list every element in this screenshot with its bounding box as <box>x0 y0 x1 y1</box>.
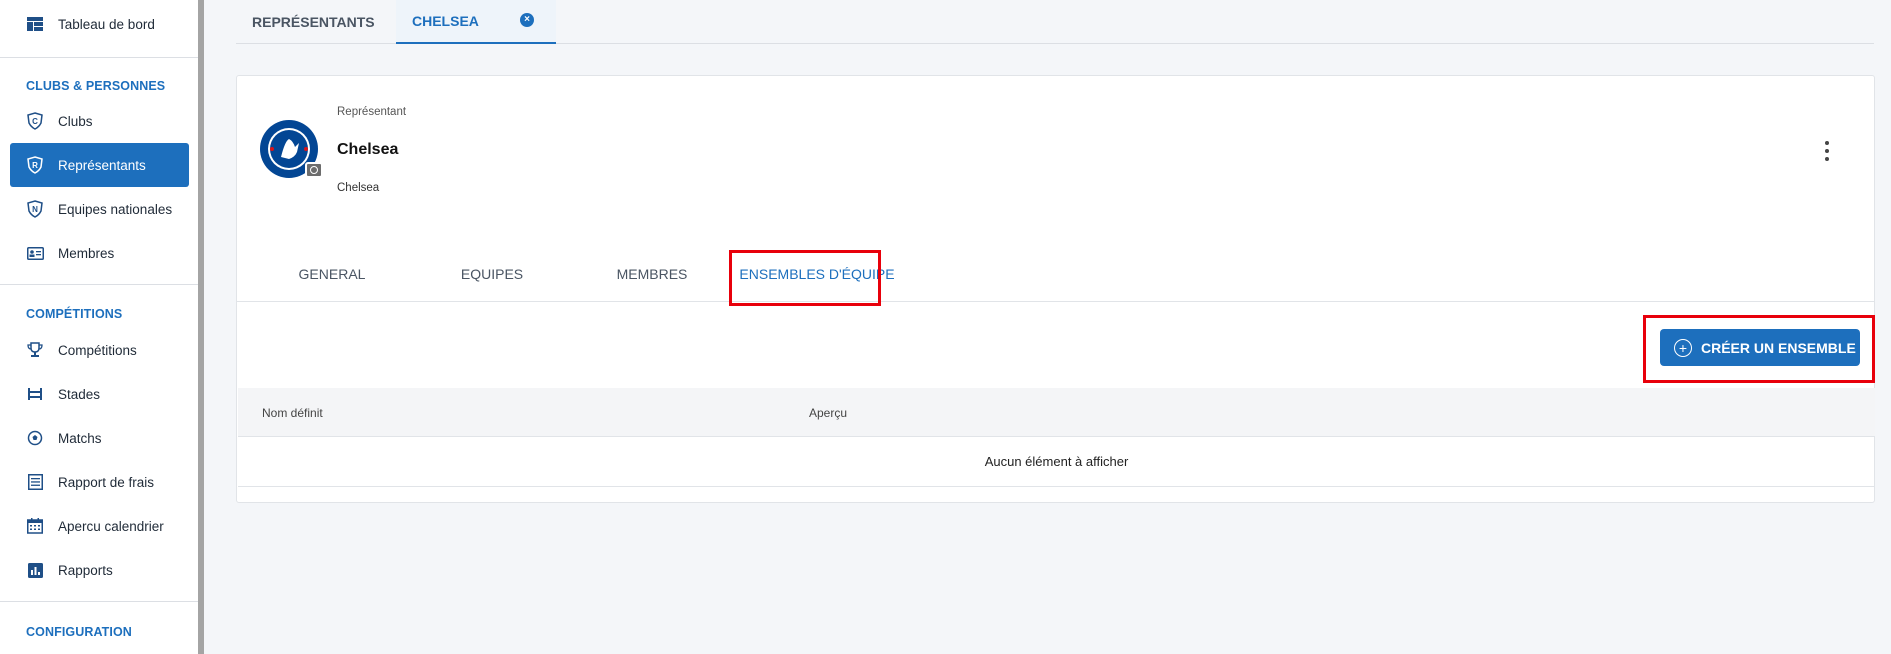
section-title-configuration: CONFIGURATION <box>26 625 132 639</box>
entity-type-label: Représentant <box>337 106 407 118</box>
top-tabs: REPRÉSENTANTS CHELSEA × <box>236 0 1874 44</box>
sidebar-item-equipes-nationales[interactable]: N Equipes nationales <box>10 187 189 231</box>
sidebar-item-label: Représentants <box>58 157 146 173</box>
sidebar-item-apercu-calendrier[interactable]: Apercu calendrier <box>10 504 189 548</box>
sidebar-item-rapport-de-frais[interactable]: Rapport de frais <box>10 460 189 504</box>
section-title-competitions: COMPÉTITIONS <box>26 307 123 321</box>
sidebar-item-stades[interactable]: Stades <box>10 372 189 416</box>
sidebar-item-label: Clubs <box>58 113 93 129</box>
soccer-ball-icon <box>26 429 44 447</box>
stadium-icon <box>26 385 44 403</box>
divider <box>0 57 198 58</box>
id-card-icon <box>26 244 44 262</box>
tab-membres[interactable]: MEMBRES <box>577 246 727 302</box>
dashboard-icon <box>26 15 44 33</box>
sidebar-item-dashboard[interactable]: Tableau de bord <box>10 2 189 46</box>
table-header: Nom définit Aperçu <box>238 388 1875 437</box>
sidebar: Tableau de bord CLUBS & PERSONNES C Club… <box>0 0 198 654</box>
sidebar-item-label: Compétitions <box>58 342 137 358</box>
tab-label: EQUIPES <box>460 266 524 282</box>
close-tab-icon[interactable]: × <box>520 13 534 27</box>
empty-table-message: Aucun élément à afficher <box>238 437 1875 487</box>
sidebar-item-rapports[interactable]: Rapports <box>10 548 189 592</box>
divider <box>0 284 198 285</box>
sidebar-item-membres[interactable]: Membres <box>10 231 189 275</box>
column-header-apercu[interactable]: Aperçu <box>809 388 847 437</box>
sidebar-scrollbar[interactable] <box>198 0 204 654</box>
highlight-box <box>1643 315 1875 383</box>
sidebar-item-label: Tableau de bord <box>58 16 155 32</box>
tab-label: REPRÉSENTANTS <box>252 13 375 30</box>
tab-label: MEMBRES <box>616 266 688 282</box>
column-header-nom[interactable]: Nom définit <box>262 388 323 437</box>
national-team-shield-icon: N <box>26 200 44 218</box>
svg-text:N: N <box>32 205 38 214</box>
sidebar-item-label: Rapport de frais <box>58 474 155 490</box>
sidebar-item-representants[interactable]: R Représentants <box>10 143 189 187</box>
sidebar-item-clubs[interactable]: C Clubs <box>10 99 189 143</box>
sidebar-item-label: Membres <box>58 245 115 261</box>
tab-label: CHELSEA <box>412 13 479 29</box>
sidebar-item-label: Matchs <box>58 430 102 446</box>
sidebar-item-competitions[interactable]: Compétitions <box>10 328 189 372</box>
bar-chart-icon <box>26 561 44 579</box>
tab-equipes[interactable]: EQUIPES <box>417 246 567 302</box>
camera-icon[interactable] <box>305 162 323 178</box>
calendar-icon <box>26 517 44 535</box>
sidebar-item-label: Apercu calendrier <box>58 518 164 534</box>
profile-secondary-name: Chelsea <box>337 182 380 194</box>
highlight-box <box>729 250 881 306</box>
inner-tabs: GENERAL EQUIPES MEMBRES ENSEMBLES D'ÉQUI… <box>237 246 1874 302</box>
profile-name: Chelsea <box>337 141 399 158</box>
sidebar-item-label: Rapports <box>58 562 113 578</box>
representative-shield-icon: R <box>26 156 44 174</box>
sidebar-item-matchs[interactable]: Matchs <box>10 416 189 460</box>
svg-text:C: C <box>32 117 38 126</box>
tab-label: GENERAL <box>298 266 366 282</box>
representative-card: Représentant Chelsea Chelsea GENERAL EQU… <box>236 75 1875 503</box>
section-title-clubs: CLUBS & PERSONNES <box>26 79 166 93</box>
tab-general[interactable]: GENERAL <box>257 246 407 302</box>
more-options-icon[interactable] <box>1824 141 1830 161</box>
sidebar-item-label: Equipes nationales <box>58 201 173 217</box>
tab-chelsea[interactable]: CHELSEA × <box>396 0 556 44</box>
divider <box>0 601 198 602</box>
sidebar-item-label: Stades <box>58 386 101 402</box>
clubs-shield-icon: C <box>26 112 44 130</box>
svg-text:R: R <box>32 161 38 170</box>
tab-representants[interactable]: REPRÉSENTANTS <box>236 0 396 43</box>
trophy-icon <box>26 341 44 359</box>
list-icon <box>26 473 44 491</box>
